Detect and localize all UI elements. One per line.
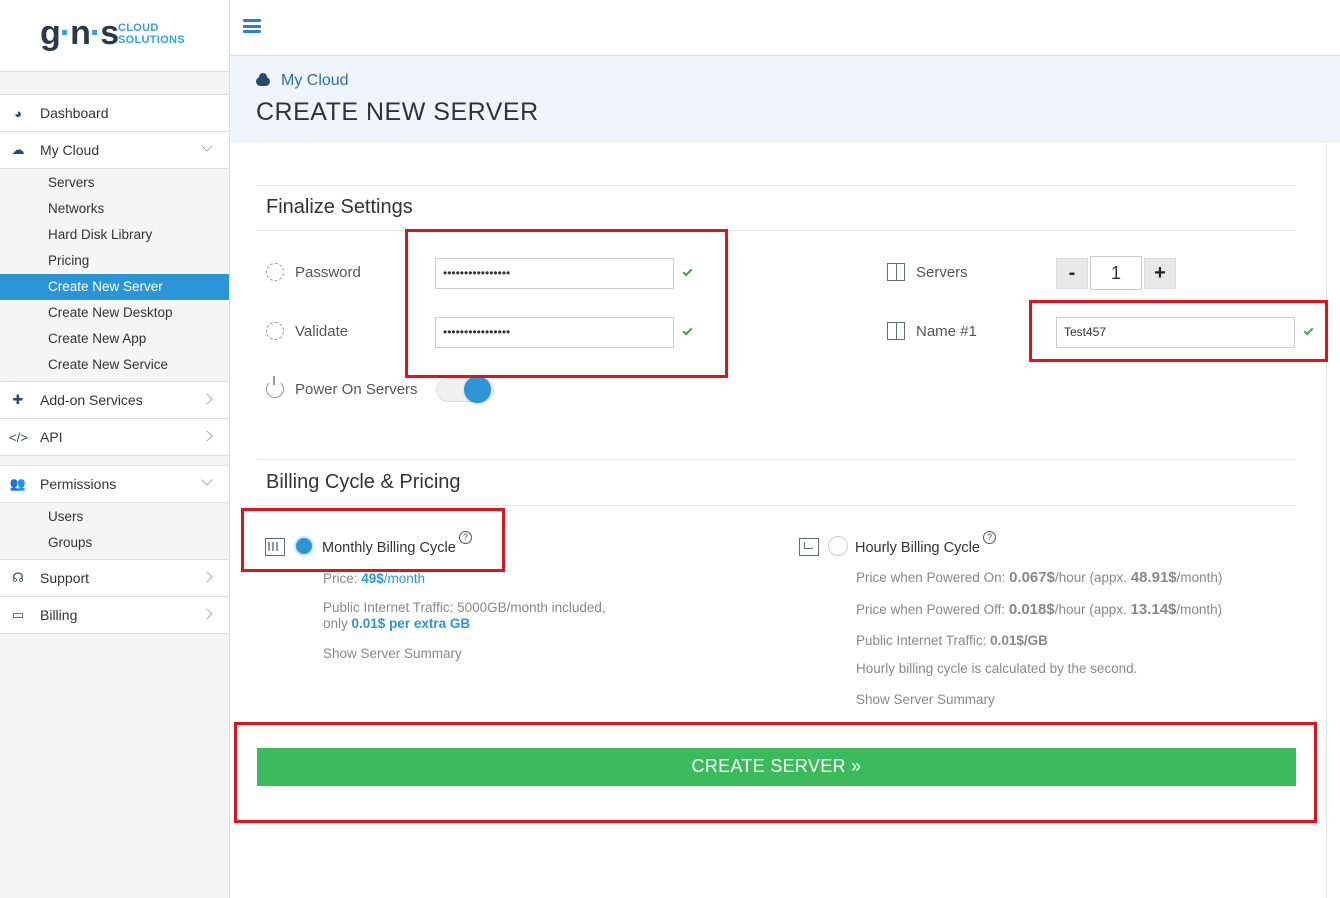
cloud-icon xyxy=(256,72,270,86)
permissions-submenu: Users Groups xyxy=(0,502,229,559)
create-server-button[interactable]: CREATE SERVER » xyxy=(257,748,1296,786)
users-icon: 👥 xyxy=(9,476,27,491)
hourly-price-on: Price when Powered On: 0.067$/hour (appx… xyxy=(856,569,1223,586)
chevron-right-icon xyxy=(201,571,213,583)
finalize-settings-title: Finalize Settings xyxy=(266,196,413,218)
hourly-help-icon[interactable]: ? xyxy=(983,531,996,544)
monthly-billing-radio[interactable] xyxy=(294,536,314,556)
name-label: Name #1 xyxy=(887,322,977,340)
hourly-show-summary-link[interactable]: Show Server Summary xyxy=(856,692,995,708)
server-icon xyxy=(887,322,905,340)
sidebar-sub-groups[interactable]: Groups xyxy=(0,530,229,556)
monthly-billing-label[interactable]: Monthly Billing Cycle xyxy=(322,540,456,556)
divider xyxy=(257,185,1296,186)
credit-card-icon: ▭ xyxy=(11,607,25,622)
logo-mark: g·n·s xyxy=(40,14,119,52)
sidebar-item-billing[interactable]: ▭ Billing xyxy=(0,596,229,633)
power-icon xyxy=(266,376,284,398)
puzzle-icon: ✚ xyxy=(12,392,24,407)
cloud-icon: ☁ xyxy=(11,142,25,157)
dashboard-icon: ◕ xyxy=(14,105,22,121)
page-header: My Cloud CREATE NEW SERVER xyxy=(230,56,1340,142)
power-on-toggle[interactable] xyxy=(436,376,494,403)
sidebar-item-label: Add-on Services xyxy=(40,392,143,408)
calendar-icon xyxy=(265,538,285,556)
servers-increment-button[interactable]: + xyxy=(1144,258,1176,289)
monthly-traffic: Public Internet Traffic: 5000GB/month in… xyxy=(323,600,606,631)
code-icon: </> xyxy=(9,429,28,445)
sidebar-item-label: Support xyxy=(40,570,90,586)
name-valid-check-icon xyxy=(1303,325,1314,336)
fingerprint-icon xyxy=(266,322,284,340)
divider xyxy=(257,459,1296,460)
hourly-price-off: Price when Powered Off: 0.018$/hour (app… xyxy=(856,601,1223,618)
fingerprint-icon xyxy=(266,263,284,281)
monthly-price: Price: 49$/month xyxy=(323,571,426,586)
sidebar-sub-create-new-service[interactable]: Create New Service xyxy=(0,352,229,378)
sidebar-item-label: Permissions xyxy=(40,476,117,492)
servers-label: Servers xyxy=(887,263,968,281)
sidebar-sub-create-new-app[interactable]: Create New App xyxy=(0,326,229,352)
servers-decrement-button[interactable]: - xyxy=(1056,258,1088,289)
divider xyxy=(257,230,1296,231)
chevron-down-icon xyxy=(201,140,213,152)
power-on-label: Power On Servers xyxy=(266,376,418,398)
scrollbar[interactable] xyxy=(1326,142,1340,898)
chevron-right-icon xyxy=(201,393,213,405)
sidebar-item-permissions[interactable]: 👥 Permissions xyxy=(0,465,229,502)
password-label: Password xyxy=(266,263,361,281)
validate-valid-check-icon xyxy=(682,325,693,336)
topbar xyxy=(230,0,1340,56)
sidebar-item-label: My Cloud xyxy=(40,142,100,158)
page-title: CREATE NEW SERVER xyxy=(256,98,539,126)
sidebar-sub-pricing[interactable]: Pricing xyxy=(0,248,229,274)
sidebar-sub-hard-disk-library[interactable]: Hard Disk Library xyxy=(0,222,229,248)
toggle-knob xyxy=(464,376,491,403)
sidebar-sub-networks[interactable]: Networks xyxy=(0,196,229,222)
validate-label: Validate xyxy=(266,322,348,340)
monthly-show-summary-link[interactable]: Show Server Summary xyxy=(323,646,462,662)
logo-tagline: CLOUD SOLUTIONS xyxy=(118,22,185,46)
breadcrumb-my-cloud[interactable]: My Cloud xyxy=(281,72,349,90)
validate-password-input[interactable]: •••••••••••••••• xyxy=(435,317,674,348)
monthly-help-icon[interactable]: ? xyxy=(459,531,472,544)
divider xyxy=(257,505,1296,506)
sidebar-sub-create-new-desktop[interactable]: Create New Desktop xyxy=(0,300,229,326)
sidebar-item-add-on-services[interactable]: ✚ Add-on Services xyxy=(0,381,229,418)
server-name-input[interactable]: Test457 xyxy=(1056,317,1295,348)
sidebar: g·n·s CLOUD SOLUTIONS ◕ Dashboard ☁ My C… xyxy=(0,0,230,898)
sidebar-sub-create-new-server[interactable]: Create New Server xyxy=(0,274,229,300)
hourly-billing-label[interactable]: Hourly Billing Cycle xyxy=(855,540,980,556)
sidebar-item-dashboard[interactable]: ◕ Dashboard xyxy=(0,94,229,131)
headset-icon: ☊ xyxy=(12,570,24,585)
sidebar-sub-servers[interactable]: Servers xyxy=(0,170,229,196)
breadcrumb[interactable]: My Cloud xyxy=(256,72,349,90)
server-icon xyxy=(887,263,905,281)
chevron-right-icon xyxy=(201,430,213,442)
sidebar-item-api[interactable]: </> API xyxy=(0,418,229,455)
sidebar-item-my-cloud[interactable]: ☁ My Cloud xyxy=(0,131,229,168)
chevron-right-icon xyxy=(201,608,213,620)
hourly-note: Hourly billing cycle is calculated by th… xyxy=(856,661,1138,676)
chevron-down-icon xyxy=(201,474,213,486)
password-input[interactable]: •••••••••••••••• xyxy=(435,258,674,289)
password-valid-check-icon xyxy=(682,266,693,277)
hourly-traffic: Public Internet Traffic: 0.01$/GB xyxy=(856,633,1048,648)
my-cloud-submenu: Servers Networks Hard Disk Library Prici… xyxy=(0,168,229,381)
hamburger-menu-icon[interactable] xyxy=(243,19,261,33)
servers-count-input[interactable]: 1 xyxy=(1090,256,1142,290)
sidebar-sub-users[interactable]: Users xyxy=(0,504,229,530)
main-content: Finalize Settings Password •••••••••••••… xyxy=(230,142,1326,898)
hourly-billing-radio[interactable] xyxy=(828,536,848,556)
hourly-clock-icon xyxy=(799,538,819,556)
logo[interactable]: g·n·s CLOUD SOLUTIONS xyxy=(0,0,229,72)
sidebar-item-label: Billing xyxy=(40,607,78,623)
billing-title: Billing Cycle & Pricing xyxy=(266,471,461,493)
sidebar-item-label: Dashboard xyxy=(40,105,109,121)
sidebar-item-label: API xyxy=(40,429,63,445)
sidebar-item-support[interactable]: ☊ Support xyxy=(0,559,229,596)
